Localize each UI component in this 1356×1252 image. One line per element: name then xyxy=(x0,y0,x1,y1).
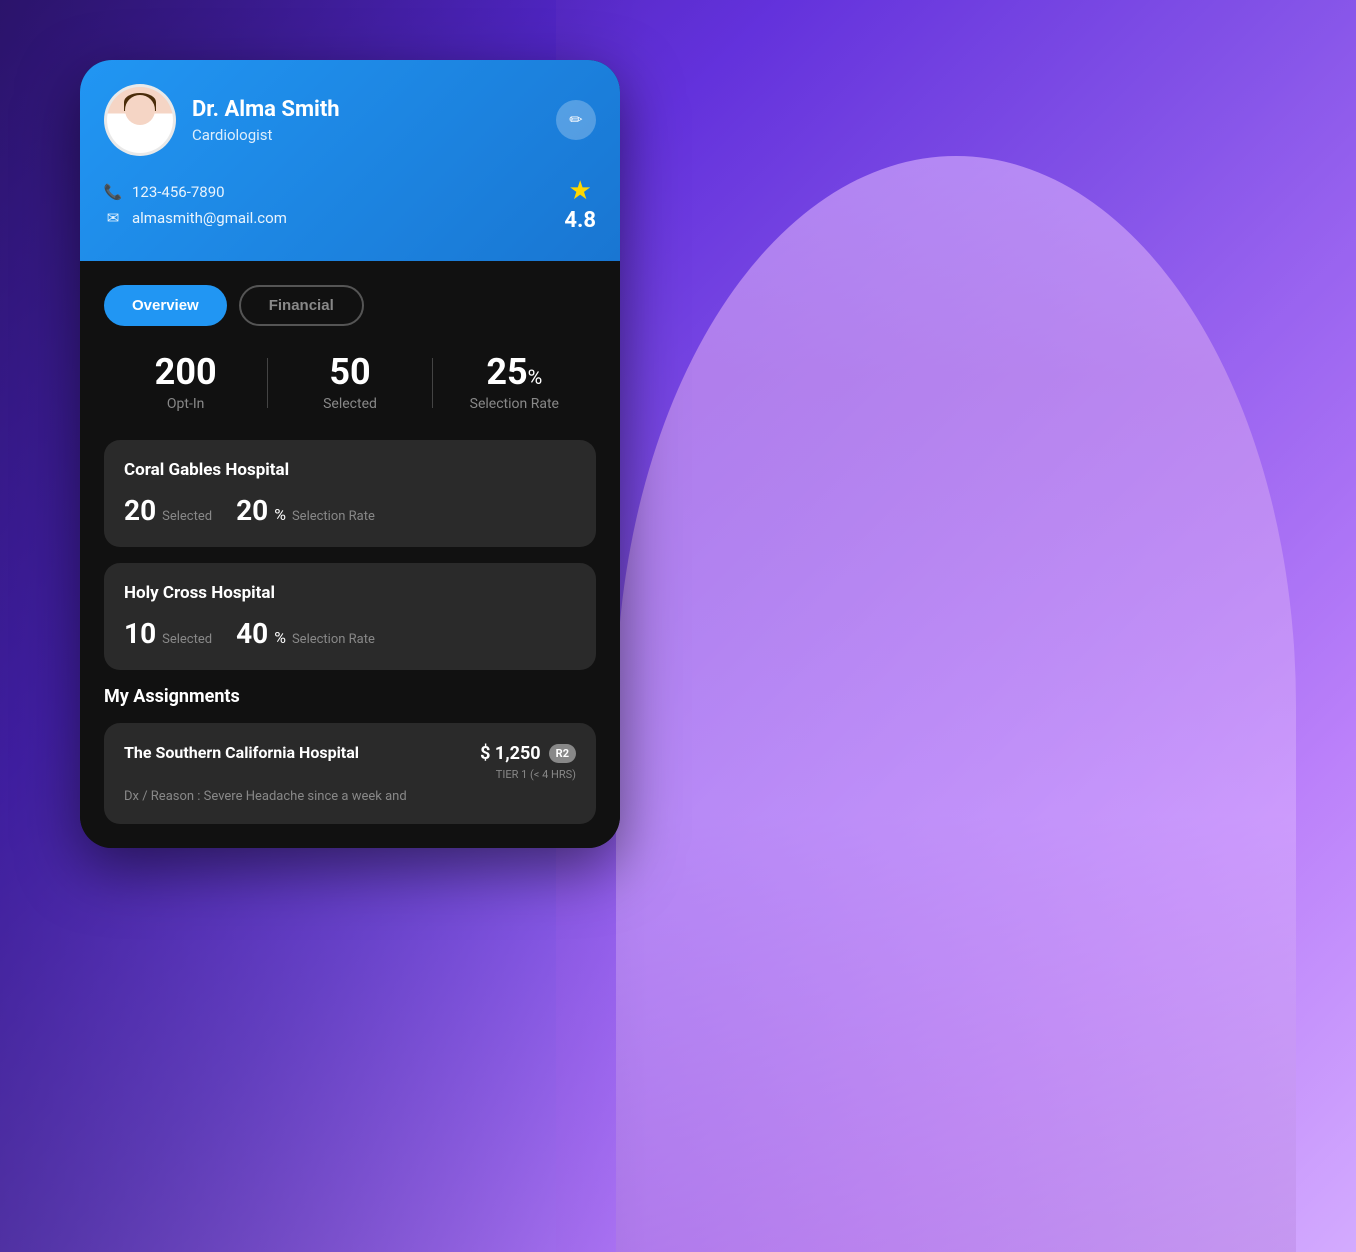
tabs-row: Overview Financial xyxy=(104,285,596,326)
stat-opt-in: 200 Opt-In xyxy=(104,354,267,412)
hospital-name-holy: Holy Cross Hospital xyxy=(124,583,576,603)
hospital-stats-coral: 20 Selected 20% Selection Rate xyxy=(124,494,576,527)
doctor-specialty: Cardiologist xyxy=(192,126,340,144)
stats-row: 200 Opt-In 50 Selected 25% Selection Rat… xyxy=(104,354,596,412)
rating-value: 4.8 xyxy=(564,208,596,233)
coral-rate: 20% Selection Rate xyxy=(236,494,375,527)
rating-block: ★ 4.8 xyxy=(564,176,596,233)
doctor-info-row: Dr. Alma Smith Cardiologist ✏ xyxy=(104,84,596,156)
phone-number: 123-456-7890 xyxy=(132,183,225,201)
holy-rate-sym: % xyxy=(274,628,286,647)
assignments-title: My Assignments xyxy=(104,686,596,707)
assignment-amount-row: $ 1,250 R2 xyxy=(480,743,576,764)
avatar-body xyxy=(107,87,173,153)
assignment-card: The Southern California Hospital $ 1,250… xyxy=(104,723,596,824)
email-contact: ✉ almasmith@gmail.com xyxy=(104,209,287,227)
coral-rate-sym: % xyxy=(274,505,286,524)
tier-badge: R2 xyxy=(549,744,576,763)
assignment-top: The Southern California Hospital $ 1,250… xyxy=(124,743,576,781)
star-icon: ★ xyxy=(569,176,592,206)
doctor-identity: Dr. Alma Smith Cardiologist xyxy=(104,84,340,156)
contact-info: 📞 123-456-7890 ✉ almasmith@gmail.com xyxy=(104,183,287,227)
hospital-stats-holy: 10 Selected 40% Selection Rate xyxy=(124,617,576,650)
selected-label: Selected xyxy=(323,396,377,412)
email-address: almasmith@gmail.com xyxy=(132,209,287,227)
email-icon: ✉ xyxy=(104,209,122,227)
doctor-background xyxy=(556,0,1356,1252)
stat-selection-rate: 25% Selection Rate xyxy=(433,354,596,412)
opt-in-label: Opt-In xyxy=(167,396,204,412)
coral-selected-label: Selected xyxy=(162,509,212,524)
holy-selected-num: 10 xyxy=(124,617,156,650)
assignments-section: My Assignments The Southern California H… xyxy=(104,686,596,824)
coral-rate-num: 20 xyxy=(236,494,268,527)
tier-label: TIER 1 (< 4 HRS) xyxy=(496,768,576,781)
tab-financial[interactable]: Financial xyxy=(239,285,364,326)
doctor-name: Dr. Alma Smith xyxy=(192,97,340,122)
holy-selected: 10 Selected xyxy=(124,617,212,650)
card-header: Dr. Alma Smith Cardiologist ✏ 📞 123-456-… xyxy=(80,60,620,261)
stat-selected: 50 Selected xyxy=(268,354,431,412)
coral-rate-label: Selection Rate xyxy=(292,509,375,524)
assignment-amount: $ 1,250 xyxy=(480,743,541,764)
assignment-right: $ 1,250 R2 TIER 1 (< 4 HRS) xyxy=(480,743,576,781)
holy-rate-label: Selection Rate xyxy=(292,632,375,647)
opt-in-value: 200 xyxy=(155,354,217,390)
avatar-head xyxy=(125,95,155,125)
edit-button[interactable]: ✏ xyxy=(556,100,596,140)
holy-rate-num: 40 xyxy=(236,617,268,650)
hospital-name-coral: Coral Gables Hospital xyxy=(124,460,576,480)
hospital-card-holy: Holy Cross Hospital 10 Selected 40% Sele… xyxy=(104,563,596,670)
doctor-silhouette xyxy=(616,156,1296,1252)
phone-icon: 📞 xyxy=(104,183,122,201)
hospital-card-coral: Coral Gables Hospital 20 Selected 20% Se… xyxy=(104,440,596,547)
phone-contact: 📞 123-456-7890 xyxy=(104,183,287,201)
doctor-name-block: Dr. Alma Smith Cardiologist xyxy=(192,97,340,144)
edit-icon: ✏ xyxy=(569,110,582,130)
assignment-hospital: The Southern California Hospital xyxy=(124,743,480,762)
phone-card: Dr. Alma Smith Cardiologist ✏ 📞 123-456-… xyxy=(80,60,620,848)
tab-overview[interactable]: Overview xyxy=(104,285,227,326)
contact-rating-row: 📞 123-456-7890 ✉ almasmith@gmail.com ★ 4… xyxy=(104,176,596,233)
selection-rate-label: Selection Rate xyxy=(470,396,559,412)
coral-selected: 20 Selected xyxy=(124,494,212,527)
assignment-description: Dx / Reason : Severe Headache since a we… xyxy=(124,789,576,804)
holy-selected-label: Selected xyxy=(162,632,212,647)
avatar xyxy=(104,84,176,156)
selected-value: 50 xyxy=(329,354,370,390)
selection-rate-value: 25% xyxy=(486,354,542,390)
coral-selected-num: 20 xyxy=(124,494,156,527)
holy-rate: 40% Selection Rate xyxy=(236,617,375,650)
selection-rate-number: 25 xyxy=(486,351,527,393)
selection-rate-unit: % xyxy=(528,365,543,389)
card-body: Overview Financial 200 Opt-In 50 Selecte… xyxy=(80,261,620,848)
